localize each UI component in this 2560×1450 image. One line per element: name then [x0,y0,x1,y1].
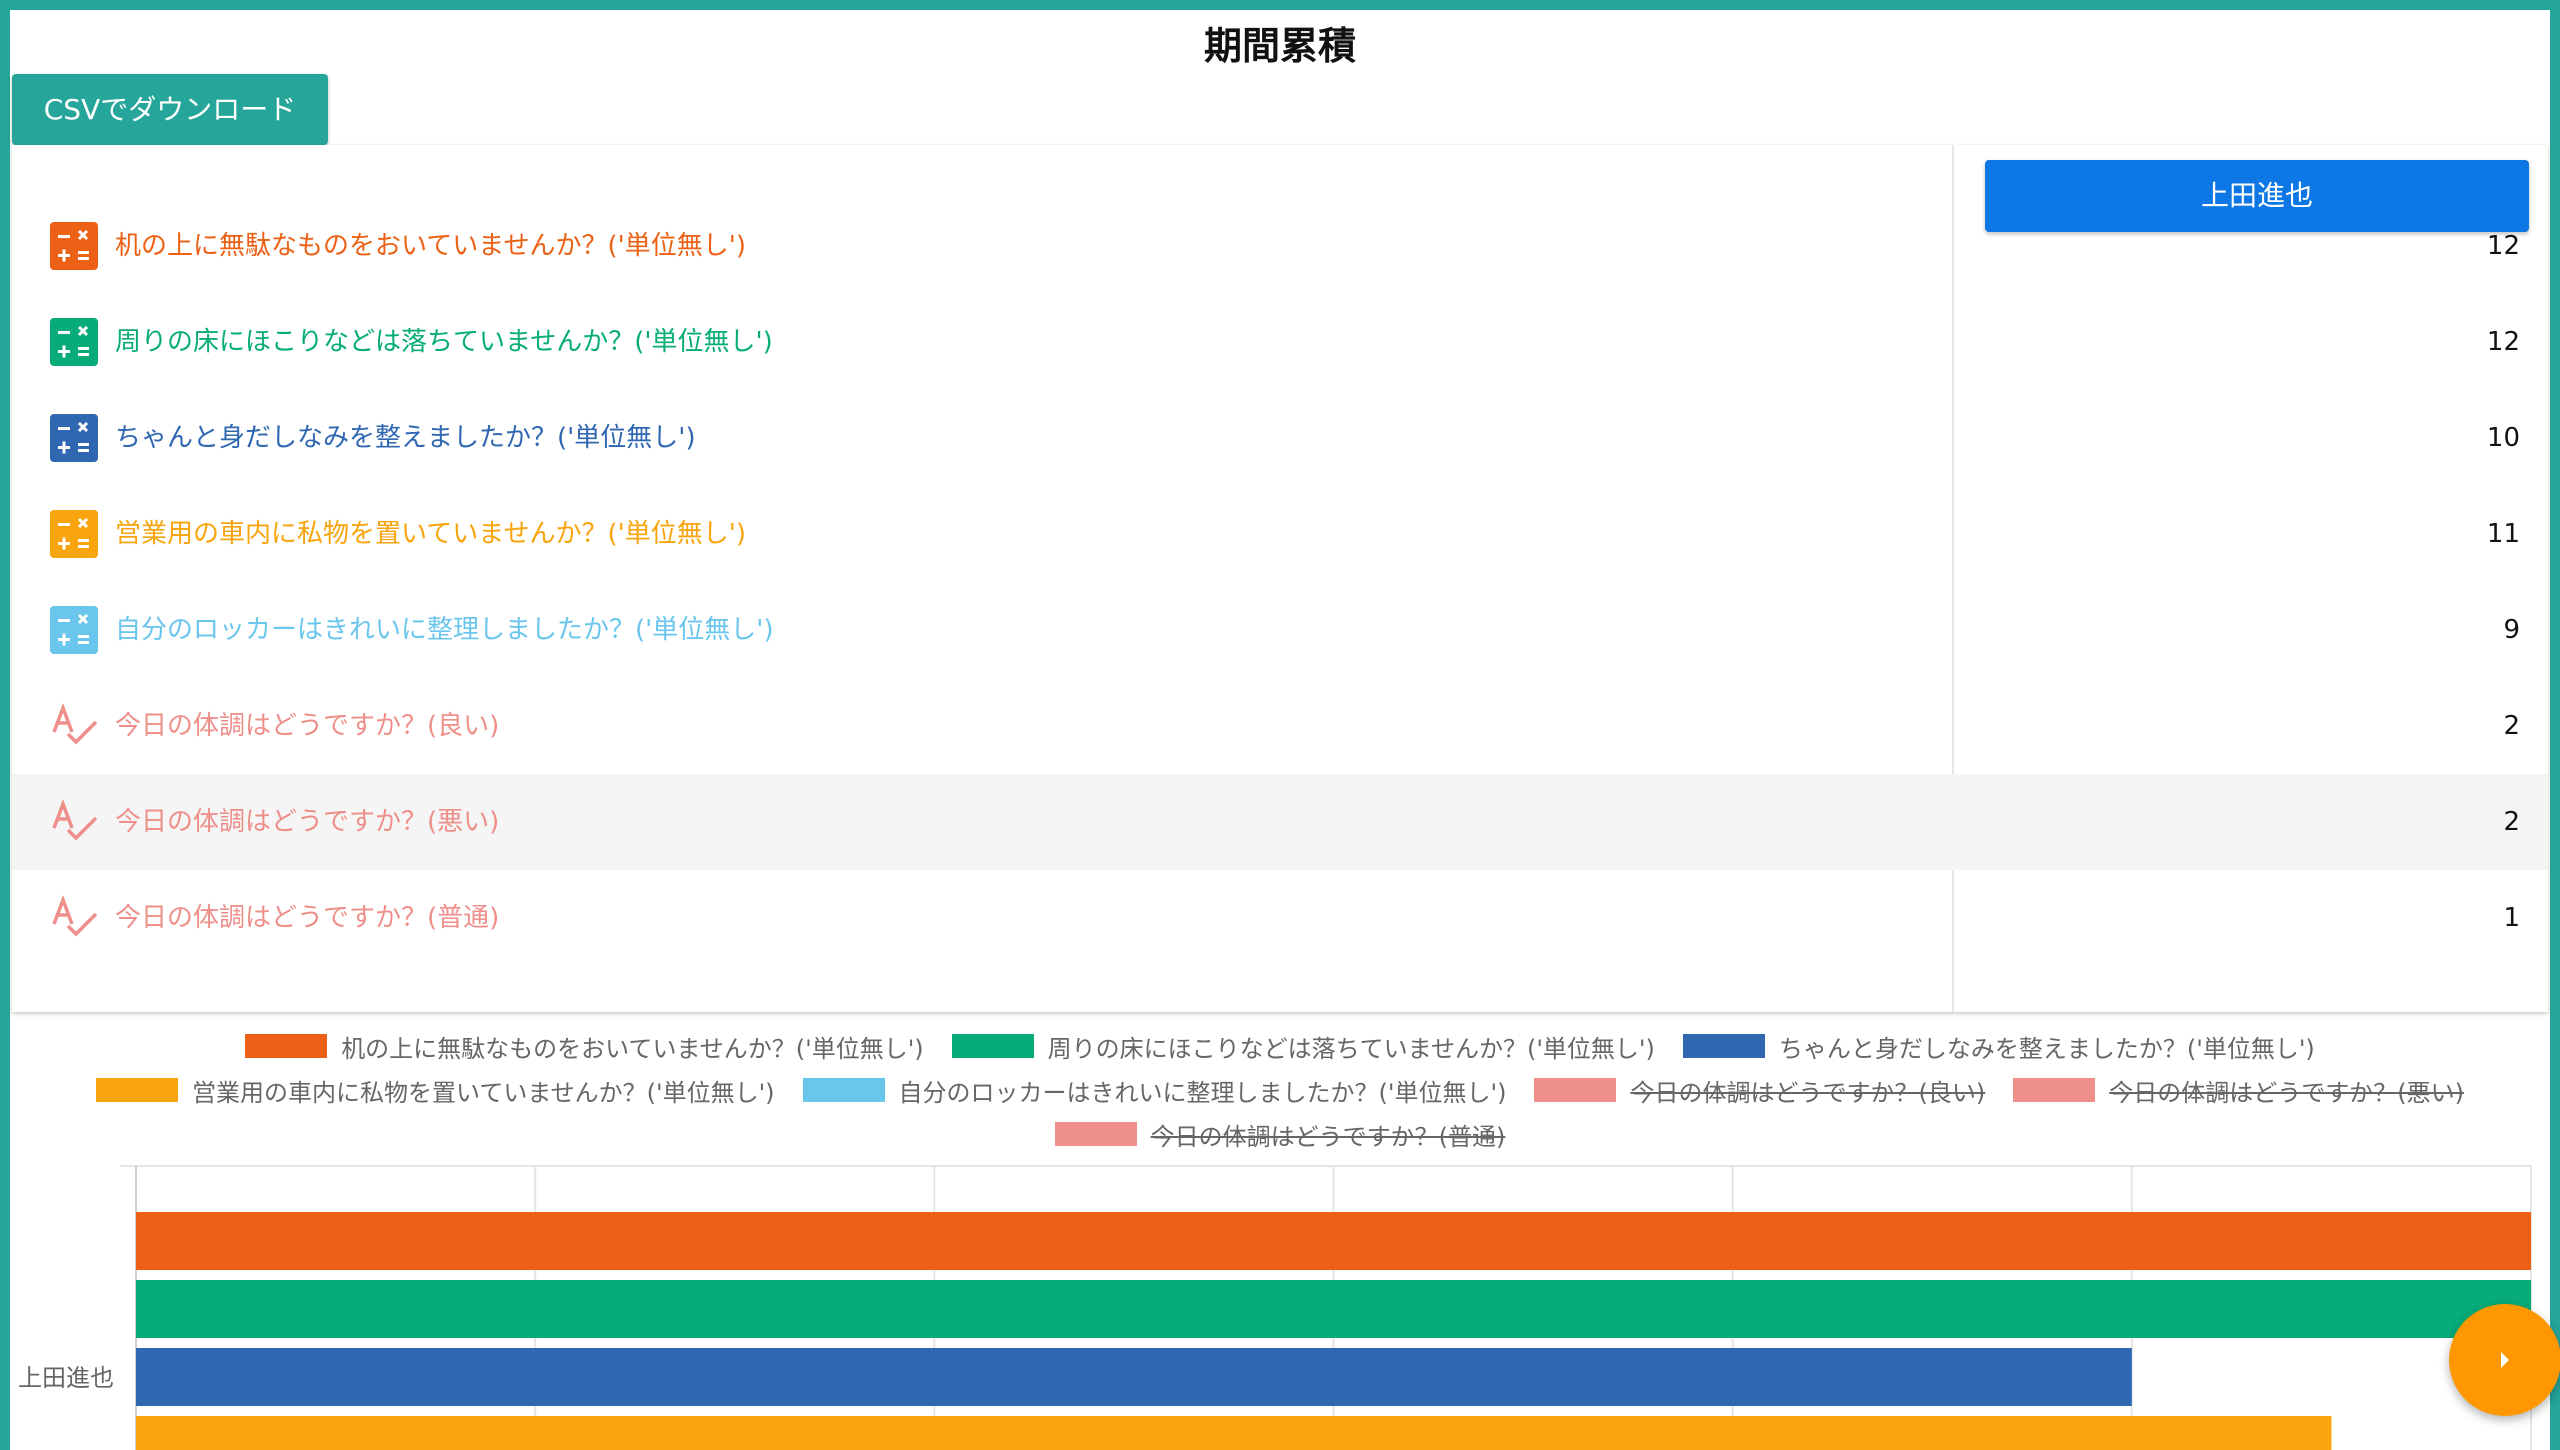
legend-item[interactable]: 周りの床にほこりなどは落ちていませんか？('単位無し') [951,1029,1655,1064]
chart-legend: 机の上に無駄なものをおいていませんか？('単位無し') 周りの床にほこりなどは落ち… [12,1024,2548,1156]
row-value: 1 [2503,903,2520,933]
table-row: 机の上に無駄なものをおいていませんか？('単位無し') 12 [12,198,2548,294]
legend-item[interactable]: 今日の体調はどうですか？(普通) [1054,1117,1506,1152]
row-value: 12 [2486,231,2520,261]
row-value: 10 [2486,423,2520,453]
legend-row: 今日の体調はどうですか？(普通) [12,1112,2548,1156]
page-title: 期間累積 [1203,24,1356,68]
legend-item[interactable]: 今日の体調はどうですか？(良い) [1534,1073,1985,1108]
bar-series-3[interactable] [136,1348,2132,1406]
legend-label: 今日の体調はどうですか？(悪い) [2109,1078,2464,1107]
row-value: 12 [2486,327,2520,357]
row-label: 机の上に無駄なものをおいていませんか？('単位無し') [115,231,747,261]
summary-table: 上田進也 机の上に無駄なものをおいていませんか？('単位無し') 12 周りの床にほ… [12,145,2548,1012]
legend-label: ちゃんと身だしなみを整えましたか？('単位無し') [1778,1034,2315,1063]
legend-item[interactable]: 営業用の車内に私物を置いていませんか？('単位無し') [96,1073,775,1108]
row-label: ちゃんと身だしなみを整えましたか？('単位無し') [115,423,696,453]
calculator-icon [50,318,98,366]
legend-swatch [96,1078,179,1102]
table-row: 周りの床にほこりなどは落ちていませんか？('単位無し') 12 [12,294,2548,390]
legend-label: 机の上に無駄なものをおいていませんか？('単位無し') [341,1034,924,1063]
table-row: 自分のロッカーはきれいに整理しましたか？('単位無し') 9 [12,582,2548,678]
legend-row: 机の上に無駄なものをおいていませんか？('単位無し') 周りの床にほこりなどは落ち… [12,1024,2548,1068]
row-value: 11 [2486,519,2520,549]
legend-swatch [802,1078,885,1102]
legend-swatch [1682,1034,1765,1058]
next-page-button[interactable] [2449,1304,2560,1416]
row-value: 2 [2503,807,2520,837]
legend-label: 営業用の車内に私物を置いていませんか？('単位無し') [192,1078,775,1107]
legend-swatch [245,1034,328,1058]
legend-item[interactable]: 今日の体調はどうですか？(悪い) [2013,1073,2464,1108]
legend-swatch [1534,1078,1617,1102]
bar-series-1[interactable] [136,1212,2531,1270]
calculator-icon [50,222,98,270]
legend-item[interactable]: 自分のロッカーはきれいに整理しましたか？('単位無し') [802,1073,1507,1108]
legend-swatch [1054,1122,1137,1146]
spellcheck-icon [52,799,98,841]
spellcheck-icon [52,895,98,937]
table-row: 今日の体調はどうですか？(普通) 1 [12,870,2548,966]
table-row: 営業用の車内に私物を置いていませんか？('単位無し') 11 [12,486,2548,582]
legend-swatch [2013,1078,2096,1102]
table-row: 今日の体調はどうですか？(良い) 2 [12,678,2548,774]
spellcheck-icon [52,703,98,745]
y-axis-category-label: 上田進也 [18,1364,114,1392]
legend-label: 今日の体調はどうですか？(良い) [1630,1078,1986,1107]
calculator-icon [50,414,98,462]
legend-label: 周りの床にほこりなどは落ちていませんか？('単位無し') [1047,1034,1655,1063]
bar-chart [120,1165,2532,1450]
legend-label: 自分のロッカーはきれいに整理しましたか？('単位無し') [898,1078,1507,1107]
row-value: 2 [2503,711,2520,741]
calculator-icon [50,606,98,654]
legend-item[interactable]: ちゃんと身だしなみを整えましたか？('単位無し') [1682,1029,2315,1064]
frame-top-border [0,0,2560,10]
row-label: 今日の体調はどうですか？(良い) [115,711,500,741]
row-label: 営業用の車内に私物を置いていませんか？('単位無し') [115,519,747,549]
row-label: 自分のロッカーはきれいに整理しましたか？('単位無し') [115,615,774,645]
calculator-icon [50,510,98,558]
table-row: ちゃんと身だしなみを整えましたか？('単位無し') 10 [12,390,2548,486]
row-label: 今日の体調はどうですか？(普通) [115,903,500,933]
legend-label: 今日の体調はどうですか？(普通) [1150,1122,1506,1151]
row-label: 周りの床にほこりなどは落ちていませんか？('単位無し') [115,327,773,357]
legend-swatch [951,1034,1034,1058]
bar-series-4[interactable] [136,1416,2332,1450]
row-value: 9 [2503,615,2520,645]
legend-item[interactable]: 机の上に無駄なものをおいていませんか？('単位無し') [245,1029,924,1064]
legend-row: 営業用の車内に私物を置いていませんか？('単位無し') 自分のロッカーはきれいに整… [12,1068,2548,1112]
row-label: 今日の体調はどうですか？(悪い) [115,807,500,837]
table-row: 今日の体調はどうですか？(悪い) 2 [12,774,2548,870]
chevron-right-icon [2501,1352,2509,1368]
csv-download-button[interactable]: CSVでダウンロード [12,74,328,145]
bar-series-2[interactable] [136,1280,2531,1338]
